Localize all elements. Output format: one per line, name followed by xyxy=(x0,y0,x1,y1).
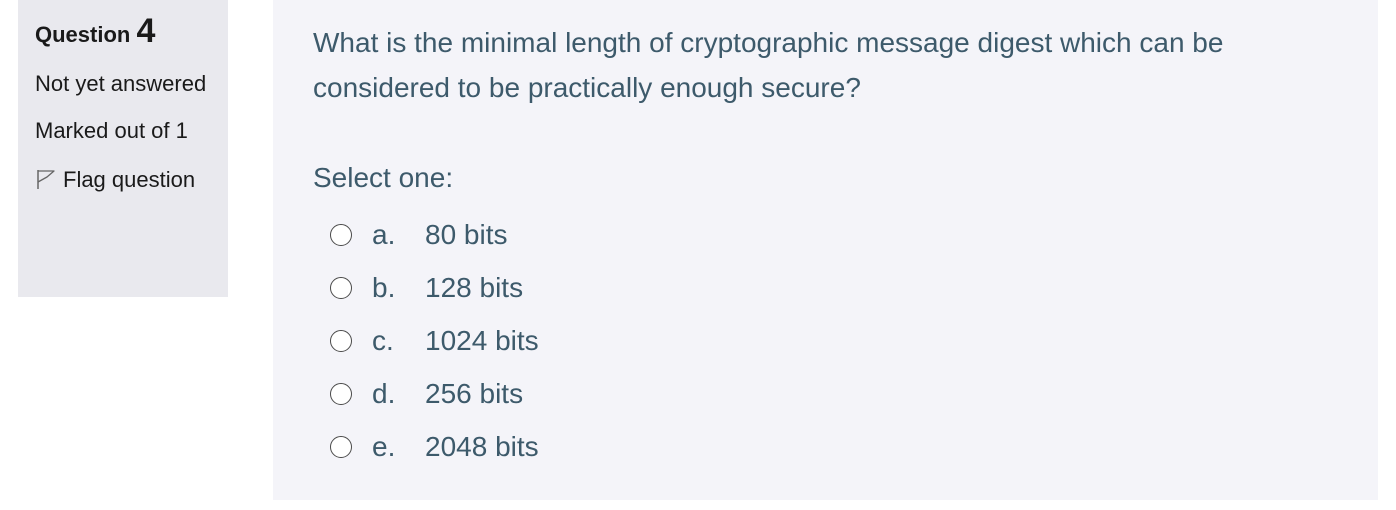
question-content: What is the minimal length of cryptograp… xyxy=(273,0,1378,500)
answer-option-c[interactable]: c. 1024 bits xyxy=(313,314,1338,367)
radio-icon[interactable] xyxy=(330,223,352,246)
question-grade: Marked out of 1 xyxy=(35,118,188,143)
answer-letter: a. xyxy=(372,218,396,250)
flag-icon xyxy=(35,165,57,189)
answer-label[interactable]: 80 bits xyxy=(425,219,508,251)
question-text: What is the minimal length of cryptograp… xyxy=(313,27,1224,103)
answer-letter: e. xyxy=(372,430,396,462)
question-state: Not yet answered xyxy=(35,71,207,96)
question-number: 4 xyxy=(136,12,156,50)
question-info-panel: Question 4 Not yet answered Marked out o… xyxy=(18,0,228,297)
flag-question-button[interactable]: Flag question xyxy=(35,162,211,198)
answer-label[interactable]: 1024 bits xyxy=(425,325,539,357)
answer-letter: b. xyxy=(372,271,396,303)
radio-icon[interactable] xyxy=(330,276,352,299)
answer-option-a[interactable]: a. 80 bits xyxy=(313,208,1338,261)
radio-icon[interactable] xyxy=(330,329,352,352)
answer-option-e[interactable]: e. 2048 bits xyxy=(313,420,1338,473)
answer-label[interactable]: 128 bits xyxy=(425,272,523,304)
flag-question-label: Flag question xyxy=(63,167,196,192)
radio-icon[interactable] xyxy=(330,382,352,405)
answer-option-d[interactable]: d. 256 bits xyxy=(313,367,1338,420)
answer-letter: d. xyxy=(372,377,396,409)
question-number-heading: Question 4 xyxy=(35,14,211,52)
select-one-prompt: Select one: xyxy=(313,162,454,193)
answer-letter: c. xyxy=(372,324,394,356)
answer-list: a. 80 bits b. 128 bits c. 1024 bits d. 2… xyxy=(313,208,1338,473)
answer-label[interactable]: 256 bits xyxy=(425,378,523,410)
question-label: Question xyxy=(35,22,131,47)
answer-option-b[interactable]: b. 128 bits xyxy=(313,261,1338,314)
radio-icon[interactable] xyxy=(330,435,352,458)
answer-label[interactable]: 2048 bits xyxy=(425,431,539,463)
